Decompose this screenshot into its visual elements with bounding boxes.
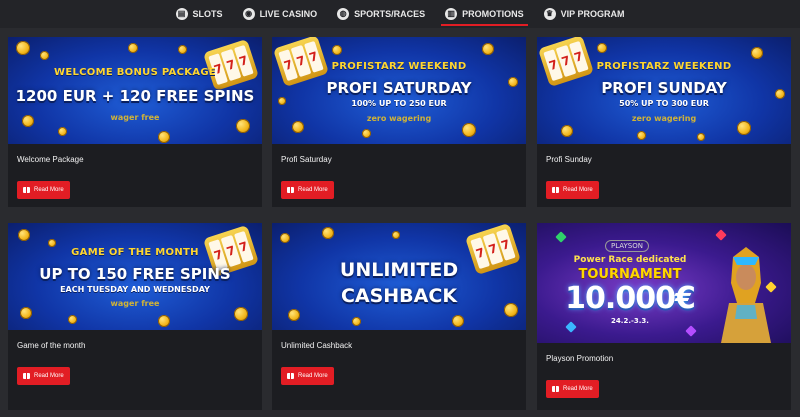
gift-icon — [287, 373, 294, 379]
promo-banner[interactable]: PLAYSON Power Race dedicated TOURNAMENT … — [537, 223, 791, 343]
banner-main-text: PROFI SUNDAY — [601, 79, 727, 97]
promo-card-welcome-package: 777 WELCOME BONUS PACKAGE 1200 EUR + 120… — [8, 37, 262, 207]
promo-banner[interactable]: 777 WELCOME BONUS PACKAGE 1200 EUR + 120… — [8, 37, 262, 144]
promo-banner[interactable]: 777 PROFISTARZ WEEKEND PROFI SUNDAY 50% … — [537, 37, 791, 144]
nav-item-promotions[interactable]: ▥ PROMOTIONS — [435, 0, 534, 28]
gift-icon: ▥ — [445, 8, 458, 20]
crown-icon: ♛ — [543, 8, 556, 20]
gift-icon — [552, 386, 559, 392]
nav-item-slots[interactable]: ▤ SLOTS — [166, 0, 233, 28]
nav-label: SPORTS/RACES — [354, 9, 426, 19]
banner-sub-text: 100% UP TO 250 EUR — [351, 99, 447, 108]
promo-title: Profi Sunday — [546, 155, 592, 164]
nav-label: VIP PROGRAM — [560, 9, 625, 19]
banner-headline: PROFISTARZ WEEKEND — [596, 61, 732, 72]
promo-card-unlimited-cashback: 777 UNLIMITED CASHBACK Unlimited Cashbac… — [272, 223, 526, 410]
read-more-button[interactable]: Read More — [281, 367, 334, 385]
promo-card-profi-sunday: 777 PROFISTARZ WEEKEND PROFI SUNDAY 50% … — [537, 37, 791, 207]
nav-item-vip-program[interactable]: ♛ VIP PROGRAM — [534, 0, 635, 28]
banner-headline: GAME OF THE MONTH — [71, 247, 199, 258]
vr-icon: ◍ — [337, 8, 350, 20]
promo-card-game-of-the-month: 777 GAME OF THE MONTH UP TO 150 FREE SPI… — [8, 223, 262, 410]
promo-banner[interactable]: 777 GAME OF THE MONTH UP TO 150 FREE SPI… — [8, 223, 262, 330]
gift-icon — [23, 373, 30, 379]
button-label: Read More — [34, 187, 64, 193]
banner-main-text: 1200 EUR + 120 FREE SPINS — [15, 87, 255, 105]
banner-main-text-2: CASHBACK — [340, 285, 458, 307]
top-navigation: ▤ SLOTS ◉ LIVE CASINO ◍ SPORTS/RACES ▥ P… — [0, 0, 800, 28]
banner-wager-text: zero wagering — [631, 114, 697, 123]
promo-title: Profi Saturday — [281, 155, 332, 164]
banner-wager-text: wager free — [110, 299, 160, 308]
promo-title: Playson Promotion — [546, 354, 614, 363]
nav-label: LIVE CASINO — [259, 9, 318, 19]
promo-title: Unlimited Cashback — [281, 341, 353, 350]
button-label: Read More — [298, 187, 328, 193]
banner-main-text: UNLIMITED — [339, 259, 459, 281]
banner-line-2: TOURNAMENT — [578, 267, 682, 282]
slot-icon: ▤ — [175, 8, 188, 20]
promo-card-profi-saturday: 777 PROFISTARZ WEEKEND PROFI SATURDAY 10… — [272, 37, 526, 207]
button-label: Read More — [563, 386, 593, 392]
read-more-button[interactable]: Read More — [546, 181, 599, 199]
banner-dates: 24.2.-3.3. — [611, 317, 649, 325]
playson-logo: PLAYSON — [605, 240, 649, 252]
gift-icon — [287, 187, 294, 193]
banner-wager-text: wager free — [110, 113, 160, 122]
banner-prize-amount: 10.000€ — [565, 281, 696, 316]
banner-line-1: Power Race dedicated — [573, 255, 687, 265]
nav-item-live-casino[interactable]: ◉ LIVE CASINO — [233, 0, 328, 28]
banner-headline: PROFISTARZ WEEKEND — [331, 61, 467, 72]
promo-title: Game of the month — [17, 341, 86, 350]
banner-sub-text: 50% UP TO 300 EUR — [619, 99, 709, 108]
read-more-button[interactable]: Read More — [546, 380, 599, 398]
nav-label: PROMOTIONS — [462, 9, 524, 19]
promo-title: Welcome Package — [17, 155, 84, 164]
egyptian-queen-illustration — [721, 247, 771, 343]
gift-icon — [23, 187, 30, 193]
slot-machine-icon: 777 — [202, 38, 260, 92]
gift-icon — [552, 187, 559, 193]
promo-card-playson-promotion: PLAYSON Power Race dedicated TOURNAMENT … — [537, 223, 791, 410]
button-label: Read More — [563, 187, 593, 193]
banner-main-text: PROFI SATURDAY — [326, 79, 472, 97]
nav-item-sports-races[interactable]: ◍ SPORTS/RACES — [327, 0, 435, 28]
banner-main-text: UP TO 150 FREE SPINS — [39, 265, 231, 283]
chip-icon: ◉ — [242, 8, 255, 20]
button-label: Read More — [34, 373, 64, 379]
promo-banner[interactable]: 777 UNLIMITED CASHBACK — [272, 223, 526, 330]
button-label: Read More — [298, 373, 328, 379]
read-more-button[interactable]: Read More — [281, 181, 334, 199]
read-more-button[interactable]: Read More — [17, 367, 70, 385]
promo-banner[interactable]: 777 PROFISTARZ WEEKEND PROFI SATURDAY 10… — [272, 37, 526, 144]
banner-wager-text: zero wagering — [366, 114, 432, 123]
banner-sub-text: EACH TUESDAY AND WEDNESDAY — [60, 285, 210, 294]
nav-label: SLOTS — [192, 9, 223, 19]
banner-headline: WELCOME BONUS PACKAGE — [54, 67, 216, 78]
read-more-button[interactable]: Read More — [17, 181, 70, 199]
